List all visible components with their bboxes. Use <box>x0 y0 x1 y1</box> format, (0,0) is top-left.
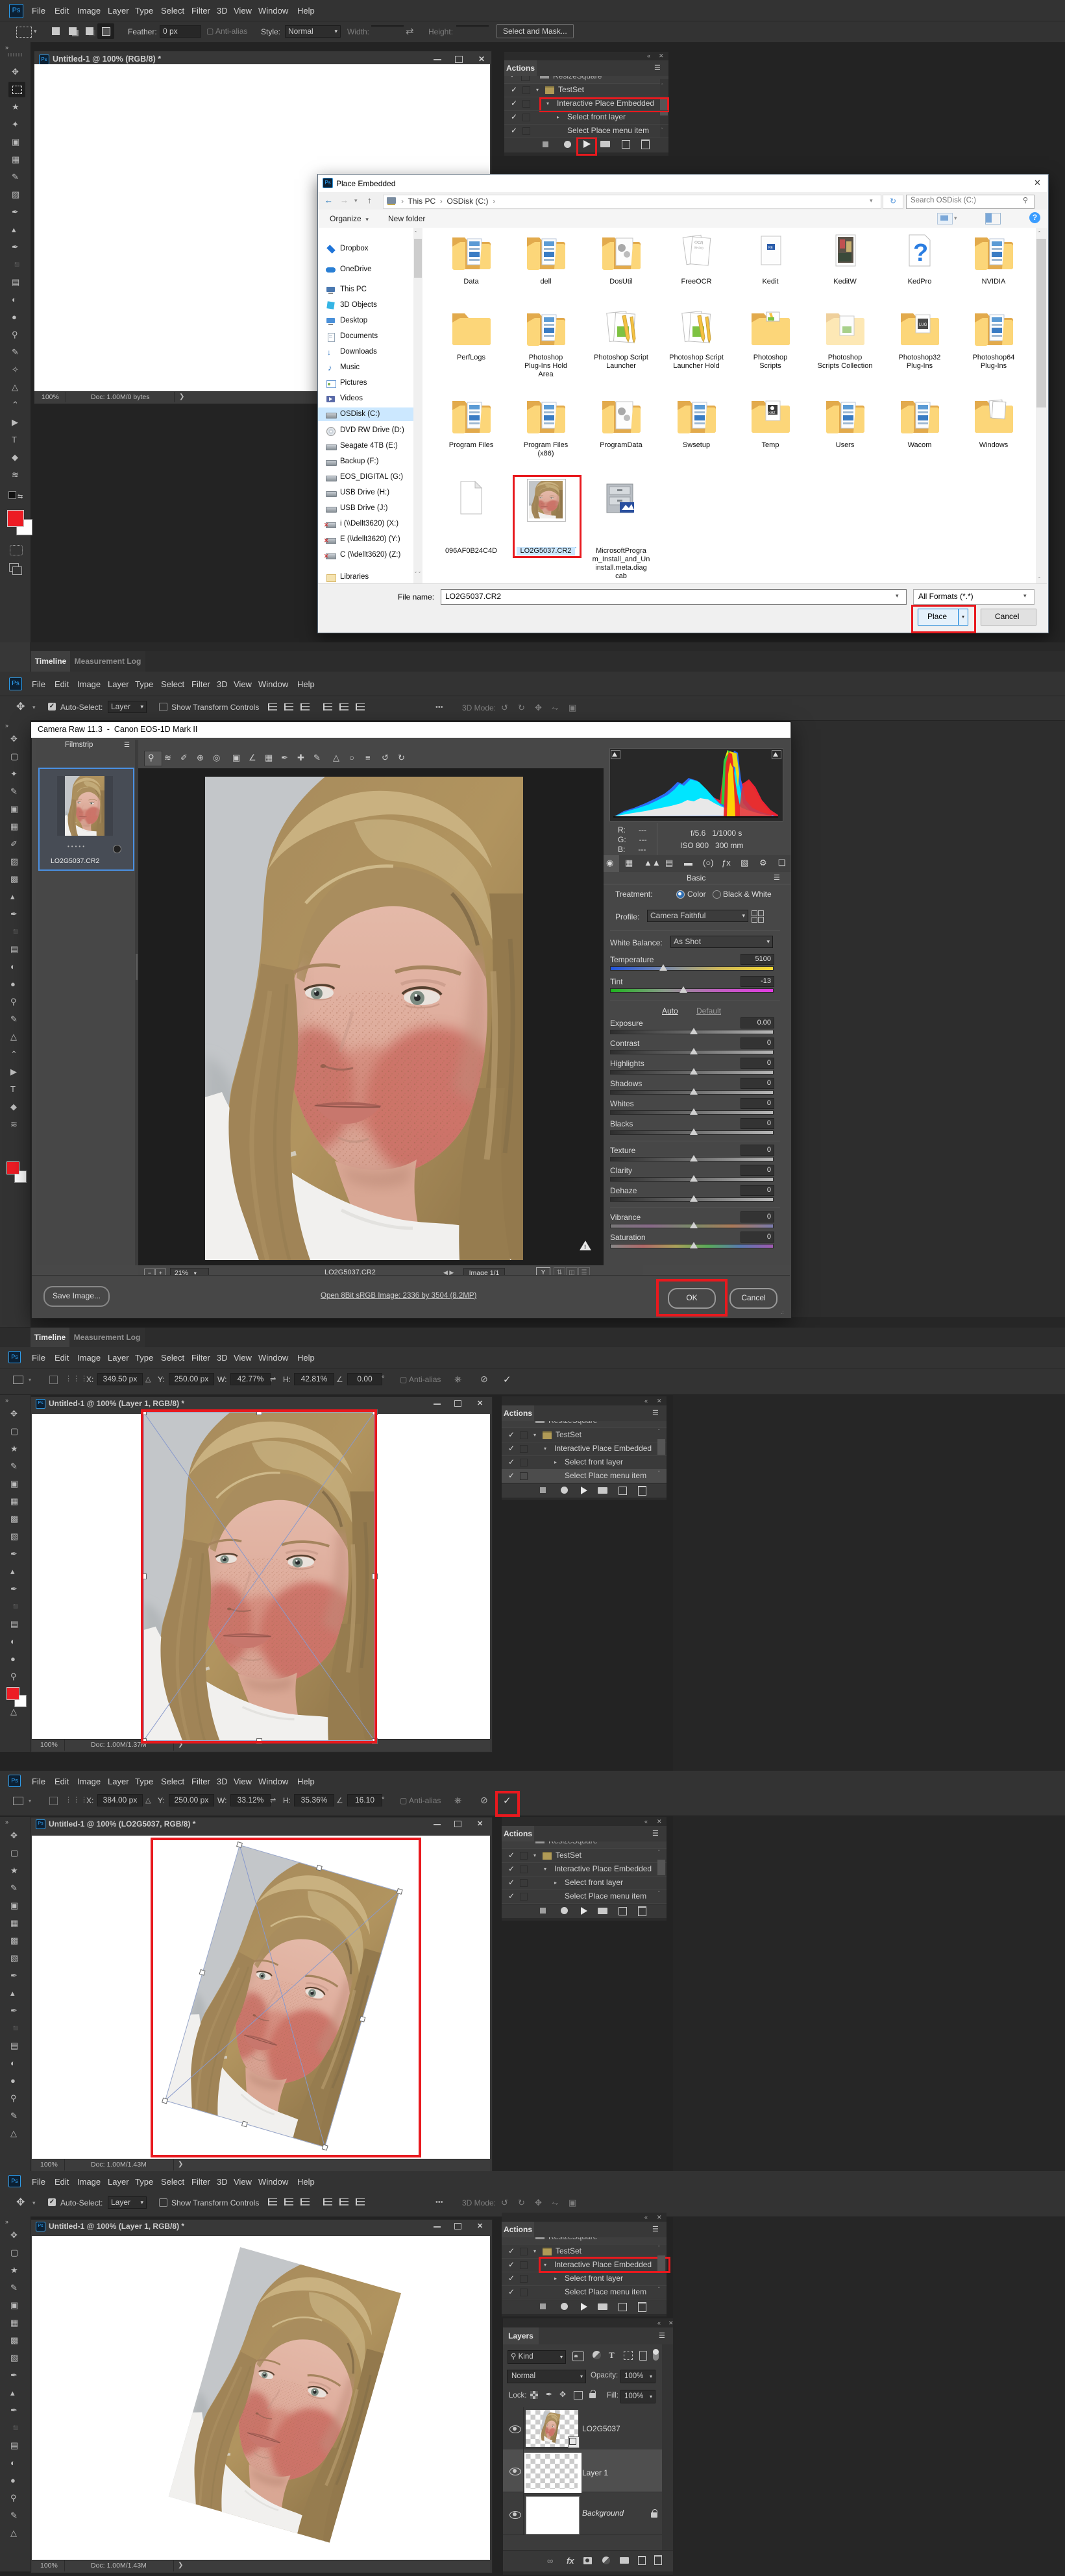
svg-text:SHDO: SHDO <box>694 246 704 250</box>
svg-text:KE: KE <box>768 246 773 250</box>
svg-text:LUG: LUG <box>919 323 927 327</box>
svg-text:KMZ: KMZ <box>768 411 776 415</box>
svg-text:?: ? <box>913 239 928 267</box>
svg-text:OCR: OCR <box>694 241 704 245</box>
